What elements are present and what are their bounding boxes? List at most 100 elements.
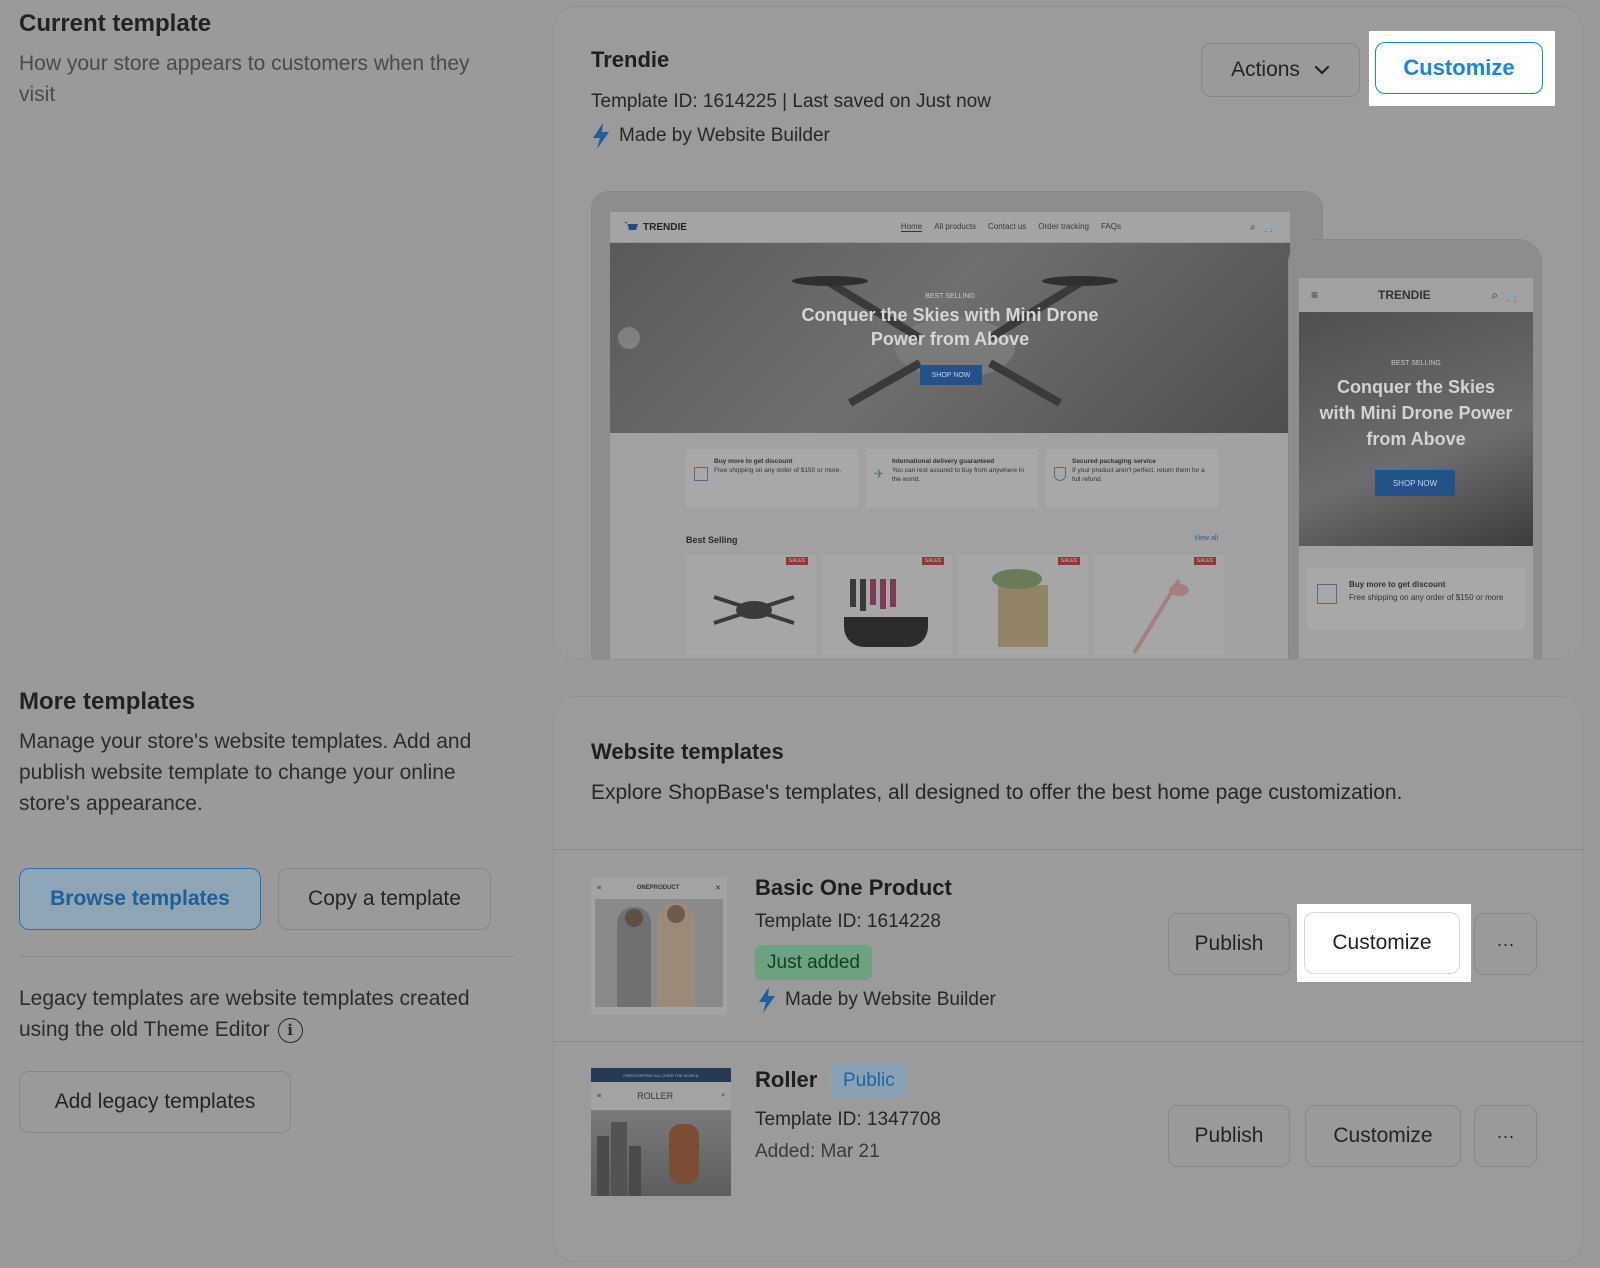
thumb-search-icon: ⌕ <box>721 1092 725 1099</box>
sale-tag: SALES <box>921 557 944 565</box>
mobile-preview-screen: ≡ TRENDIE ⌕ 🛒 BEST SELLING Conquer the S… <box>1299 278 1533 659</box>
preview-hero: BEST SELLING Conquer the Skies with Mini… <box>610 243 1290 433</box>
sale-tag: SALES <box>1057 557 1080 565</box>
preview-nav-home: Home <box>900 222 923 232</box>
customize-roller-button[interactable]: Customize <box>1305 1105 1461 1167</box>
info-icon[interactable]: i <box>277 1017 303 1043</box>
template-id-basic-one-product: Template ID: 1614228 <box>755 911 941 932</box>
preview-feature-1-title: Buy more to get discount <box>714 458 793 465</box>
preview-feature-2-title: International delivery guaranteed <box>891 458 995 465</box>
preview-nav-faqs: FAQs <box>1100 222 1121 231</box>
thumb-logo: ONEPRODUCT <box>636 885 680 891</box>
website-templates-heading: Website templates <box>591 739 784 764</box>
discount-icon <box>694 467 708 481</box>
preview-prev-arrow-icon <box>618 327 640 349</box>
preview-product-plant: SALES <box>958 555 1088 655</box>
mobile-hero-cta: SHOP NOW <box>1375 470 1455 496</box>
preview-best-selling: Best Selling <box>686 535 738 545</box>
chevron-down-icon <box>1314 65 1330 75</box>
more-options-roller-button[interactable]: ··· <box>1474 1105 1537 1167</box>
mobile-logo: TRENDIE <box>1378 288 1431 302</box>
desktop-preview-frame: TRENDIE Home All products Contact us Ord… <box>591 191 1323 659</box>
current-made-by: Made by Website Builder <box>591 123 830 149</box>
sale-tag: SALES <box>785 557 808 565</box>
mobile-search-icon: ⌕ <box>1491 287 1499 302</box>
left-divider <box>19 956 514 957</box>
bolt-icon <box>759 987 775 1013</box>
mobile-menu-icon: ≡ <box>1311 288 1319 302</box>
current-template-heading: Current template <box>19 10 212 37</box>
legacy-templates-text: Legacy templates are website templates c… <box>19 983 489 1045</box>
preview-feature-1: Buy more to get discount Free shipping o… <box>686 449 858 507</box>
plane-icon: ✈ <box>874 467 885 481</box>
add-legacy-templates-button[interactable]: Add legacy templates <box>19 1071 291 1133</box>
website-templates-description: Explore ShopBase's templates, all design… <box>591 781 1403 804</box>
more-options-basic-one-product-button[interactable]: ··· <box>1474 913 1537 975</box>
current-template-meta: Template ID: 1614225 | Last saved on Jus… <box>591 91 991 112</box>
preview-product-roller: SALES <box>1094 555 1224 655</box>
basic-made-by: Made by Website Builder <box>757 987 996 1013</box>
desktop-preview-screen: TRENDIE Home All products Contact us Ord… <box>610 212 1290 659</box>
preview-best-selling-row: Best Selling View all <box>686 535 1218 545</box>
preview-hero-kicker: BEST SELLING <box>925 293 975 300</box>
preview-feature-1-desc: Free shipping on any order of $150 or mo… <box>714 467 842 474</box>
preview-nav-tracking: Order tracking <box>1038 222 1089 231</box>
preview-nav: Home All products Contact us Order track… <box>900 222 1121 232</box>
publish-roller-button[interactable]: Publish <box>1168 1105 1290 1167</box>
thumb-cart-icon: ✕ <box>715 885 721 892</box>
thumb-roller-logo: ROLLER <box>637 1091 674 1101</box>
preview-header: TRENDIE Home All products Contact us Ord… <box>610 212 1290 243</box>
thumb-banner: FREESHIPPING ALL OVER THE WORLD <box>591 1068 731 1082</box>
template-id-roller: Template ID: 1347708 <box>755 1109 941 1130</box>
more-templates-heading: More templates <box>19 688 196 715</box>
preview-nav-products: All products <box>934 222 977 231</box>
roller-thumbnail: FREESHIPPING ALL OVER THE WORLD ≡ ROLLER… <box>591 1068 731 1196</box>
template-name-basic-one-product: Basic One Product <box>755 875 952 900</box>
preview-features: Buy more to get discount Free shipping o… <box>610 433 1290 507</box>
preview-feature-2-desc: You can rest assured to buy from anywher… <box>891 467 1024 483</box>
preview-hero-cta: SHOP NOW <box>920 365 982 385</box>
preview-view-all: View all <box>1194 535 1218 542</box>
mobile-discount-icon <box>1317 584 1337 604</box>
actions-dropdown-button[interactable]: Actions <box>1201 43 1360 97</box>
current-made-by-label: Made by Website Builder <box>619 125 830 146</box>
template-name-roller: Roller <box>755 1067 818 1092</box>
mobile-feature: Buy more to get discount Free shipping o… <box>1307 568 1525 630</box>
mobile-preview-frame: ≡ TRENDIE ⌕ 🛒 BEST SELLING Conquer the S… <box>1288 239 1542 659</box>
preview-cart-icon: 🛒 <box>1263 221 1276 233</box>
cart-logo-icon <box>624 222 638 230</box>
mobile-hero-kicker: BEST SELLING <box>1391 360 1441 367</box>
current-template-description: How your store appears to customers when… <box>19 52 470 106</box>
customize-current-template-button[interactable]: Customize <box>1375 42 1543 94</box>
templates-divider-middle <box>554 1041 1584 1042</box>
mobile-feature-title: Buy more to get discount <box>1349 580 1446 589</box>
preview-feature-3: Secured packaging service If your produc… <box>1046 449 1218 507</box>
copy-template-button[interactable]: Copy a template <box>278 868 491 930</box>
preview-search-icon: ⌕ <box>1249 221 1256 233</box>
mobile-feature-desc: Free shipping on any order of $150 or mo… <box>1349 593 1504 602</box>
browse-templates-button[interactable]: Browse templates <box>19 868 261 930</box>
publish-basic-one-product-button[interactable]: Publish <box>1168 913 1290 975</box>
template-added-roller: Added: Mar 21 <box>755 1141 880 1162</box>
basic-one-product-thumbnail: ≡ ONEPRODUCT ✕ <box>591 877 727 1015</box>
thumb-menu-icon: ≡ <box>597 884 602 892</box>
basic-made-by-label: Made by Website Builder <box>785 989 996 1010</box>
customize-basic-one-product-button[interactable]: Customize <box>1304 912 1460 974</box>
public-badge: Public <box>831 1063 907 1098</box>
preview-products: SALES SALES SALES SALES <box>686 555 1290 655</box>
mobile-hero: BEST SELLING Conquer the Skies with Mini… <box>1299 312 1533 546</box>
more-templates-description: Manage your store's website templates. A… <box>19 730 472 815</box>
sale-tag: SALES <box>1193 557 1216 565</box>
just-added-badge: Just added <box>755 945 872 980</box>
preview-product-drone: SALES <box>686 555 816 655</box>
preview-nav-contact: Contact us <box>988 222 1027 231</box>
preview-feature-3-desc: If your product aren't perfect, return t… <box>1072 467 1205 483</box>
templates-divider-top <box>554 849 1584 850</box>
mobile-header: ≡ TRENDIE ⌕ 🛒 <box>1299 278 1533 312</box>
thumb-menu-icon: ≡ <box>597 1092 602 1100</box>
preview-feature-3-title: Secured packaging service <box>1072 458 1156 465</box>
preview-hero-title: Conquer the Skies with Mini Drone Power … <box>801 305 1099 349</box>
mobile-hero-title: Conquer the Skies with Mini Drone Power … <box>1319 377 1513 449</box>
bolt-icon <box>593 123 609 149</box>
mobile-cart-icon: 🛒 <box>1506 288 1521 302</box>
